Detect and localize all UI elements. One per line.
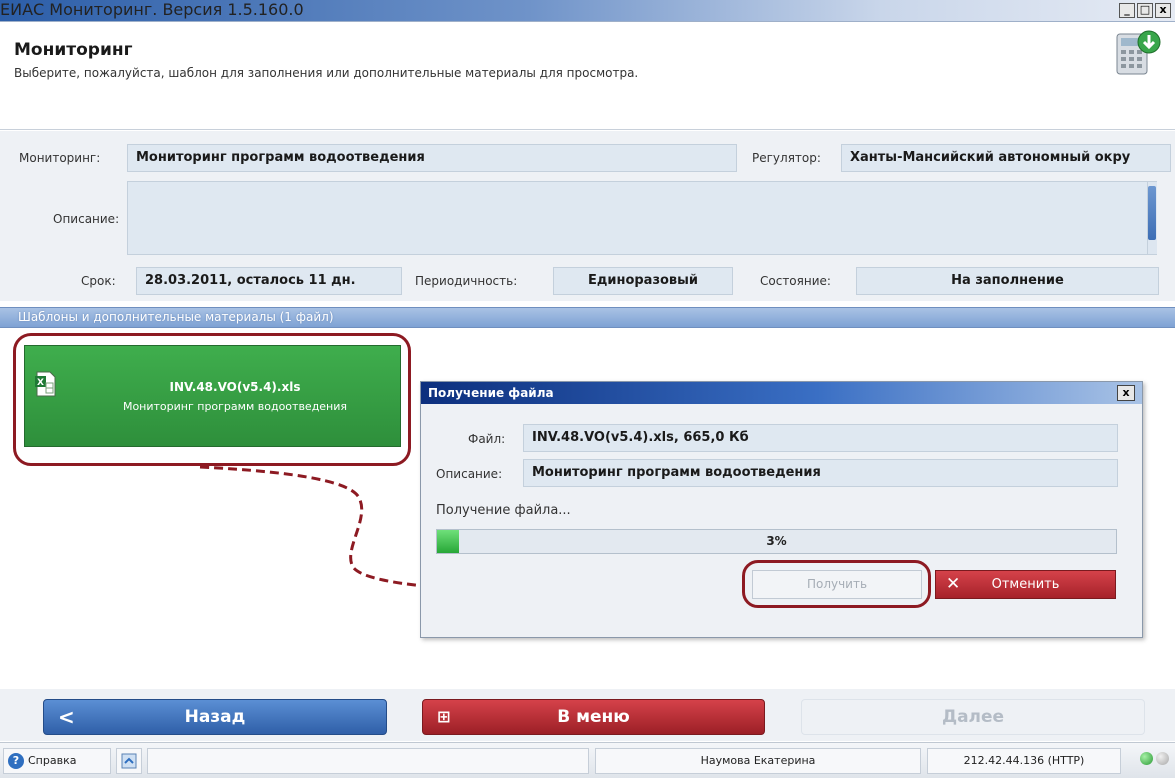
current-user: Наумова Екатерина: [595, 748, 921, 774]
tile-highlight-ring: [13, 333, 411, 466]
back-button-label: Назад: [184, 707, 246, 727]
connection-icon: [121, 753, 137, 769]
connection-button[interactable]: [116, 748, 142, 774]
close-icon: ✕: [946, 574, 961, 594]
back-button[interactable]: < Назад: [43, 699, 387, 735]
status-indicator-gray: [1156, 752, 1169, 765]
help-icon: ?: [8, 753, 24, 769]
server-address: 212.42.44.136 (HTTP): [927, 748, 1121, 774]
grid-icon: ⊞: [437, 707, 451, 726]
next-button[interactable]: Далее: [801, 699, 1145, 735]
dialog-status-text: Получение файла...: [436, 503, 571, 518]
cancel-button[interactable]: ✕ Отменить: [935, 570, 1116, 599]
menu-button-label: В меню: [557, 707, 630, 727]
help-label: Справка: [28, 754, 77, 767]
menu-button[interactable]: ⊞ В меню: [422, 699, 765, 735]
dialog-close-button[interactable]: x: [1117, 385, 1135, 401]
dialog-file-label: Файл:: [468, 432, 506, 446]
get-button-highlight-ring: [742, 560, 931, 608]
status-indicator-green: [1140, 752, 1153, 765]
download-progress-label: 3%: [766, 534, 787, 548]
dialog-file-field: INV.48.VO(v5.4).xls, 665,0 Кб: [523, 424, 1118, 452]
dialog-description-label: Описание:: [436, 467, 503, 481]
dialog-title: Получение файла: [428, 386, 554, 400]
dialog-description-field: Мониторинг программ водоотведения: [523, 459, 1118, 487]
chevron-left-icon: <: [58, 705, 75, 729]
help-button[interactable]: ? Справка: [3, 748, 111, 774]
status-cell-empty: [147, 748, 589, 774]
cancel-button-label: Отменить: [991, 577, 1060, 592]
